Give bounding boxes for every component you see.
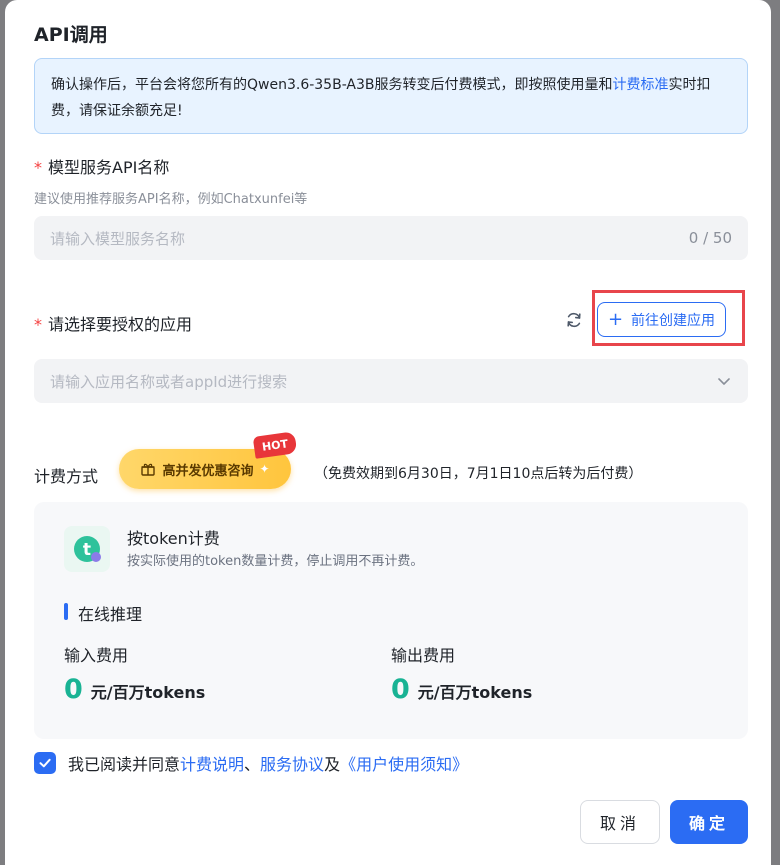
- billing-terms-link[interactable]: 计费说明: [180, 755, 244, 774]
- agreement-row: 我已阅读并同意计费说明、服务协议及《用户使用须知》: [34, 751, 468, 775]
- required-mark: *: [34, 158, 42, 177]
- section-accent: [64, 603, 68, 620]
- input-fee: 0 元/百万tokens: [64, 674, 205, 705]
- check-icon: [39, 758, 51, 768]
- svg-text:t: t: [83, 540, 91, 560]
- app-select-label-text: 请选择要授权的应用: [48, 315, 193, 334]
- output-fee-value: 0: [391, 674, 410, 705]
- dialog-title: API调用: [34, 24, 108, 46]
- notice-text: 确认操作后，平台会将您所有的Qwen3.6-35B-A3B服务转变后付费模式，即…: [51, 77, 613, 93]
- promo-label: 高并发优惠咨询: [162, 463, 254, 479]
- agreement-prefix: 我已阅读并同意: [68, 755, 181, 774]
- input-fee-label: 输入费用: [64, 646, 129, 665]
- agreement-and: 及: [324, 755, 341, 774]
- api-call-dialog: API调用 确认操作后，平台会将您所有的Qwen3.6-35B-A3B服务转变后…: [5, 0, 771, 865]
- section-title: 在线推理: [78, 605, 143, 624]
- char-counter: 0 / 50: [688, 229, 732, 247]
- agreement-checkbox[interactable]: [34, 752, 56, 774]
- agreement-sep: 、: [244, 755, 261, 774]
- output-fee: 0 元/百万tokens: [391, 674, 532, 705]
- card-title: 按token计费: [127, 529, 220, 548]
- output-fee-unit: 元/百万tokens: [417, 683, 533, 702]
- create-app-label: 前往创建应用: [631, 312, 716, 329]
- service-name-input[interactable]: 请输入模型服务名称 0 / 50: [34, 216, 748, 260]
- token-icon: t: [64, 526, 110, 572]
- service-name-placeholder: 请输入模型服务名称: [50, 229, 186, 248]
- required-mark: *: [34, 315, 42, 334]
- input-fee-value: 0: [64, 674, 83, 705]
- billing-standard-link[interactable]: 计费标准: [613, 77, 669, 93]
- cancel-button[interactable]: 取消: [580, 800, 660, 844]
- app-select-label: * 请选择要授权的应用: [34, 311, 192, 335]
- service-name-label: * 模型服务API名称: [34, 154, 169, 178]
- plus-icon: +: [607, 308, 624, 330]
- free-period-note: （免费效期到6月30日，7月1日10点后转为后付费）: [314, 466, 643, 482]
- input-fee-unit: 元/百万tokens: [90, 683, 206, 702]
- token-billing-card: t 按token计费 按实际使用的token数量计费，停止调用不再计费。 在线推…: [34, 502, 748, 739]
- user-notice-link[interactable]: 《用户使用须知》: [340, 755, 468, 774]
- refresh-icon[interactable]: [565, 311, 583, 329]
- gift-icon: [141, 463, 156, 476]
- service-name-label-text: 模型服务API名称: [48, 158, 170, 177]
- confirm-button[interactable]: 确定: [670, 800, 748, 844]
- output-fee-label: 输出费用: [391, 646, 456, 665]
- billing-label: 计费方式: [34, 467, 99, 486]
- create-app-button[interactable]: + 前往创建应用: [597, 302, 726, 337]
- notice-banner: 确认操作后，平台会将您所有的Qwen3.6-35B-A3B服务转变后付费模式，即…: [34, 58, 748, 134]
- app-search-placeholder: 请输入应用名称或者appId进行搜索: [50, 372, 288, 391]
- service-name-hint: 建议使用推荐服务API名称，例如Chatxunfei等: [34, 192, 308, 207]
- app-search-select[interactable]: 请输入应用名称或者appId进行搜索: [34, 359, 748, 403]
- hot-badge: HOT: [252, 431, 298, 459]
- sparkle-icon: ✦: [259, 462, 270, 476]
- chevron-down-icon: [718, 378, 730, 385]
- service-agreement-link[interactable]: 服务协议: [260, 755, 324, 774]
- card-description: 按实际使用的token数量计费，停止调用不再计费。: [127, 554, 424, 569]
